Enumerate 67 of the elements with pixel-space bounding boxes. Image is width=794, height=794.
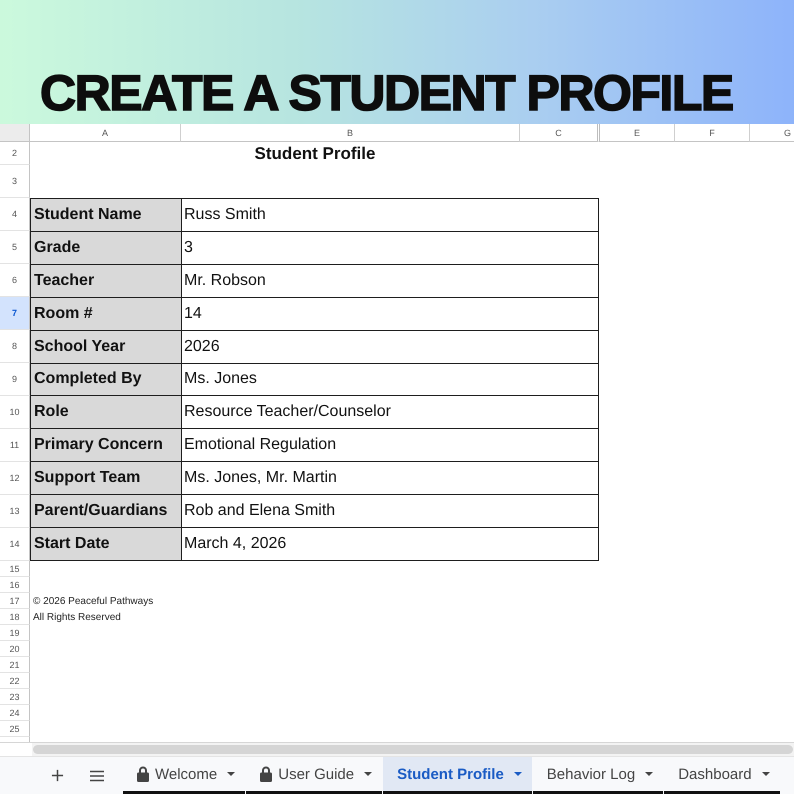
row-header[interactable]: 12 [0, 462, 30, 495]
caret-icon [514, 772, 522, 776]
row-header[interactable]: 23 [0, 689, 30, 705]
field-value: Rob and Elena Smith [182, 495, 598, 528]
row-header[interactable]: 7 [0, 297, 30, 330]
field-label: Parent/Guardians [31, 495, 181, 528]
sheet-tab[interactable]: Behavior Log [532, 757, 664, 794]
field-value: Ms. Jones, Mr. Martin [182, 462, 598, 494]
row-header[interactable]: 5 [0, 231, 30, 264]
column-header[interactable]: A [30, 124, 181, 142]
row-header[interactable]: 16 [0, 577, 30, 593]
field-label: Student Name [31, 199, 181, 231]
field-value: 14 [182, 298, 598, 330]
column-header[interactable]: C [520, 124, 600, 142]
sheet-tab[interactable]: Dashboard [664, 757, 780, 794]
row-header[interactable]: 14 [0, 528, 30, 561]
column-header[interactable]: B [181, 124, 520, 142]
row-header[interactable]: 24 [0, 705, 30, 721]
row-header[interactable]: 2 [0, 142, 30, 165]
banner-title: CREATE A STUDENT PROFILE [40, 68, 733, 118]
column-header[interactable]: E [600, 124, 675, 142]
field-label: Completed By [31, 364, 181, 396]
field-label: Room # [31, 298, 181, 330]
caret-icon [227, 772, 236, 776]
row-header[interactable]: 20 [0, 641, 30, 657]
row-header[interactable]: 25 [0, 721, 30, 737]
field-value: Russ Smith [182, 199, 598, 231]
field-label: Grade [31, 232, 181, 264]
footer-text: All Rights Reserved [32, 612, 121, 622]
sheet-title: Student Profile [254, 144, 376, 164]
column-header[interactable]: F [675, 124, 750, 142]
select-all-corner[interactable] [0, 124, 30, 142]
menu-icon [89, 770, 105, 782]
row-header[interactable]: 13 [0, 495, 30, 528]
field-label: Teacher [31, 264, 181, 297]
field-value: 3 [182, 232, 598, 264]
row-header[interactable]: 21 [0, 657, 30, 673]
field-value: Resource Teacher/Counselor [182, 396, 598, 428]
row-header[interactable]: 17 [0, 593, 30, 609]
row-header[interactable]: 22 [0, 673, 30, 689]
sheet-tab[interactable]: Student Profile [383, 757, 532, 794]
field-value: March 4, 2026 [182, 528, 598, 560]
row-header[interactable]: 10 [0, 396, 30, 429]
field-value: 2026 [182, 330, 598, 363]
field-label: School Year [31, 330, 181, 363]
caret-icon [645, 772, 654, 776]
field-label: Role [31, 396, 181, 428]
row-header[interactable]: 3 [0, 165, 30, 198]
field-label: Support Team [31, 462, 181, 494]
row-header[interactable]: 11 [0, 429, 30, 462]
row-header[interactable]: 15 [0, 561, 30, 577]
plus-icon [50, 769, 64, 782]
footer-text: © 2026 Peaceful Pathways [32, 596, 154, 606]
field-value: Emotional Regulation [182, 429, 598, 462]
row-header[interactable]: 4 [0, 198, 30, 231]
field-label: Primary Concern [31, 429, 181, 462]
field-value: Mr. Robson [182, 264, 598, 297]
caret-icon [364, 772, 372, 776]
row-header[interactable]: 18 [0, 609, 30, 625]
row-header[interactable]: 9 [0, 363, 30, 396]
row-header[interactable]: 8 [0, 330, 30, 363]
row-header[interactable]: 6 [0, 264, 30, 297]
row-header[interactable]: 19 [0, 625, 30, 641]
sheet-tab[interactable]: Welcome [123, 757, 246, 794]
field-label: Start Date [31, 528, 181, 560]
caret-icon [762, 772, 770, 776]
field-value: Ms. Jones [182, 364, 598, 396]
